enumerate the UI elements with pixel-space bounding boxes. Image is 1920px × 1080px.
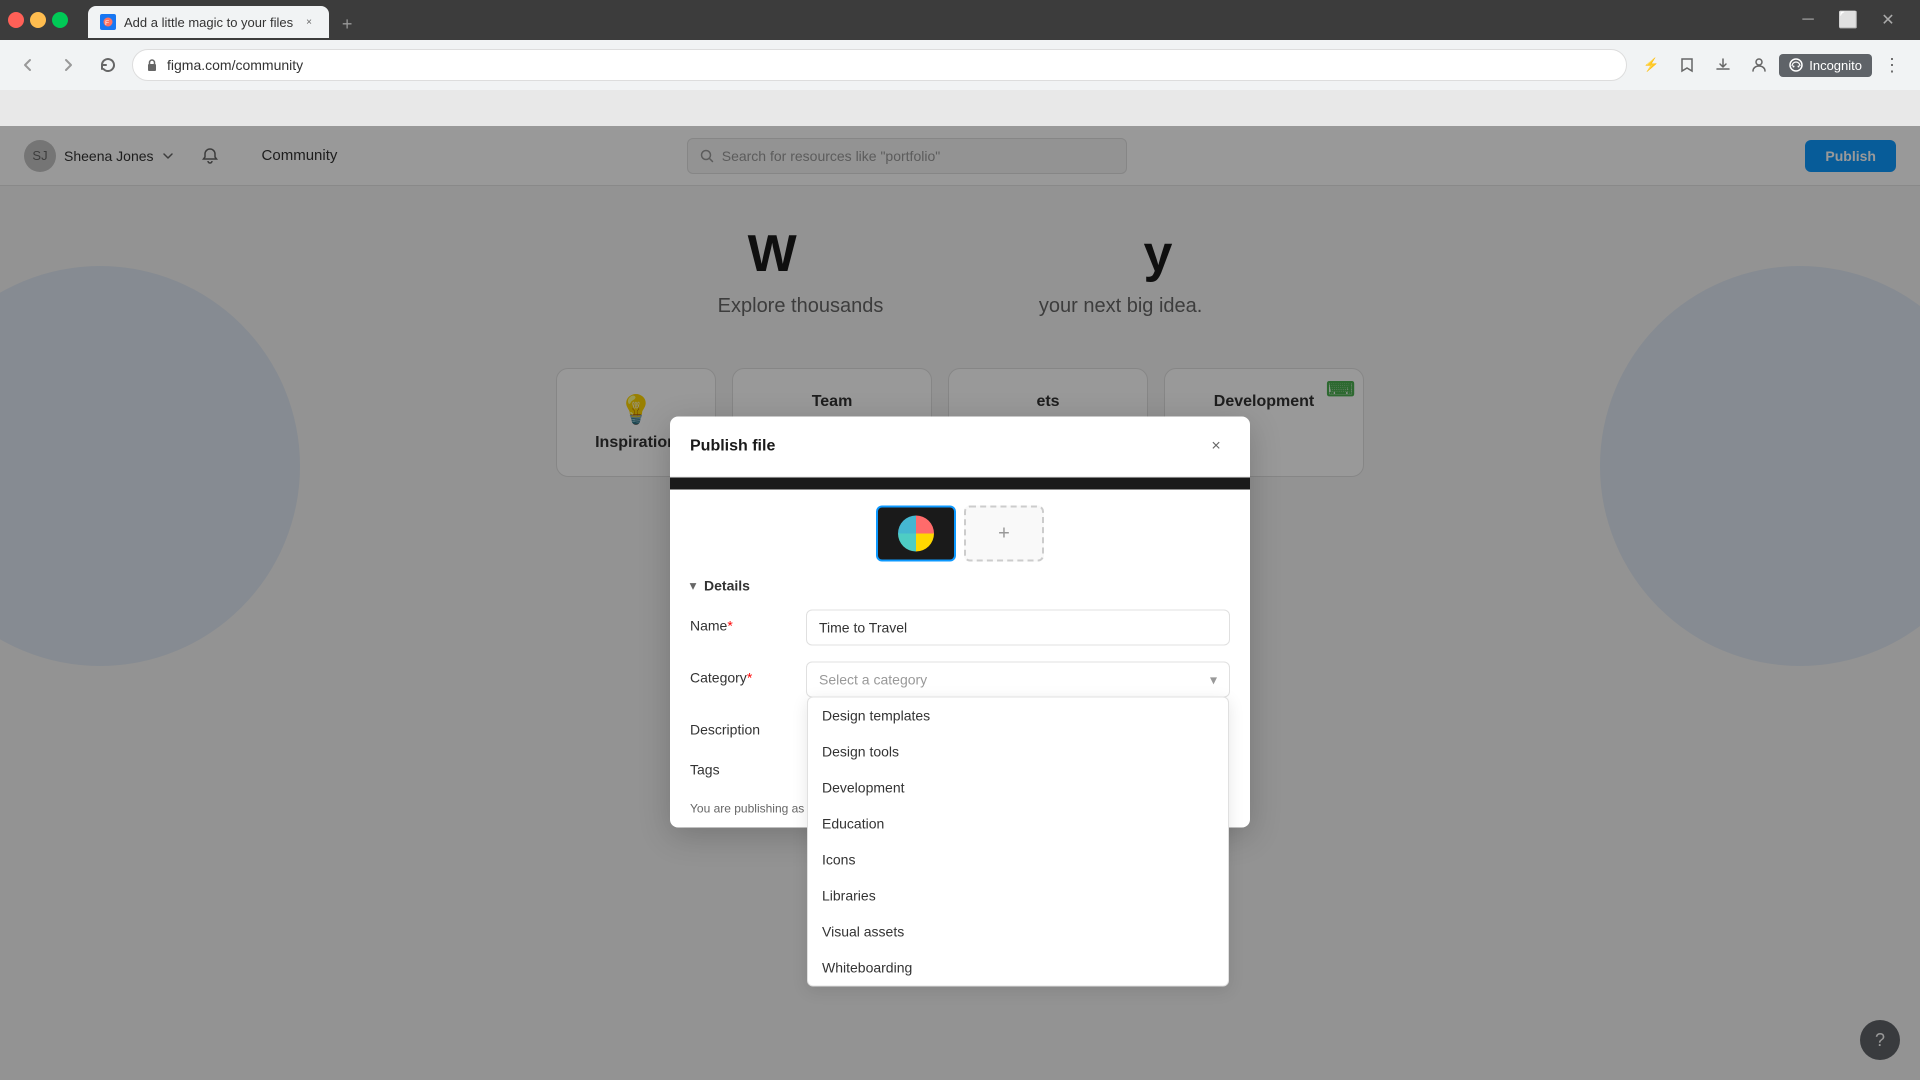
publish-file-modal: Publish file × + bbox=[670, 417, 1250, 828]
name-label: Name* bbox=[690, 610, 790, 634]
thumbnail-svg bbox=[904, 522, 928, 546]
details-section: ▾ Details Name* Category* Select a categ… bbox=[670, 578, 1250, 778]
address-bar[interactable]: figma.com/community bbox=[132, 49, 1627, 81]
reload-button[interactable] bbox=[92, 49, 124, 81]
window-controls: × − + bbox=[8, 12, 68, 28]
category-label: Category* bbox=[690, 662, 790, 686]
forward-button[interactable] bbox=[52, 49, 84, 81]
window-restore-right[interactable]: ⬜ bbox=[1832, 4, 1864, 36]
category-select[interactable]: Select a category ▾ Design templates Des… bbox=[806, 662, 1230, 698]
nav-actions: ⚡ Incognito ⋮ bbox=[1635, 49, 1908, 81]
dropdown-item-icons[interactable]: Icons bbox=[808, 842, 1228, 878]
title-bar: × − + F Add a little magic to your files… bbox=[0, 0, 1920, 40]
details-label: Details bbox=[704, 578, 750, 594]
add-thumbnail-icon: + bbox=[998, 522, 1010, 545]
dropdown-item-development[interactable]: Development bbox=[808, 770, 1228, 806]
lock-icon bbox=[145, 58, 159, 72]
tab-title: Add a little magic to your files bbox=[124, 15, 293, 30]
window-maximize-button[interactable]: + bbox=[52, 12, 68, 28]
dropdown-item-libraries[interactable]: Libraries bbox=[808, 878, 1228, 914]
name-field-row: Name* bbox=[690, 610, 1230, 646]
details-toggle[interactable]: ▾ Details bbox=[690, 578, 1230, 594]
modal-header: Publish file × bbox=[670, 417, 1250, 478]
details-chevron-icon: ▾ bbox=[690, 579, 696, 593]
modal-title: Publish file bbox=[690, 438, 775, 456]
dropdown-item-whiteboarding[interactable]: Whiteboarding bbox=[808, 950, 1228, 986]
tags-label: Tags bbox=[690, 754, 790, 778]
thumbnail-selected[interactable] bbox=[876, 506, 956, 562]
bookmark-button[interactable] bbox=[1671, 49, 1703, 81]
nav-bar: figma.com/community ⚡ Incognito ⋮ bbox=[0, 40, 1920, 90]
incognito-icon bbox=[1789, 58, 1803, 72]
browser-tab-active[interactable]: F Add a little magic to your files × bbox=[88, 6, 329, 38]
category-field-row: Category* Select a category ▾ Design tem… bbox=[690, 662, 1230, 698]
profile-button[interactable] bbox=[1743, 49, 1775, 81]
name-required: * bbox=[727, 618, 732, 634]
thumbnail-icon bbox=[898, 516, 934, 552]
category-chevron-icon: ▾ bbox=[1210, 671, 1217, 688]
name-input[interactable] bbox=[806, 610, 1230, 646]
page-background: SJ Sheena Jones Community Search for res… bbox=[0, 126, 1920, 1080]
window-minimize-button[interactable]: − bbox=[30, 12, 46, 28]
thumbnails-area: + bbox=[670, 490, 1250, 578]
category-dropdown: Design templates Design tools Developmen… bbox=[807, 697, 1229, 987]
back-button[interactable] bbox=[12, 49, 44, 81]
tab-favicon: F bbox=[100, 14, 116, 30]
dropdown-item-education[interactable]: Education bbox=[808, 806, 1228, 842]
incognito-badge[interactable]: Incognito bbox=[1779, 54, 1872, 77]
disable-javascript-button[interactable]: ⚡ bbox=[1635, 49, 1667, 81]
browser-chrome: × − + F Add a little magic to your files… bbox=[0, 0, 1920, 90]
category-placeholder: Select a category bbox=[819, 672, 927, 688]
modal-close-button[interactable]: × bbox=[1202, 433, 1230, 461]
window-close-button[interactable]: × bbox=[8, 12, 24, 28]
category-required: * bbox=[747, 670, 752, 686]
new-tab-button[interactable]: + bbox=[333, 10, 361, 38]
url-text: figma.com/community bbox=[167, 57, 303, 73]
dropdown-item-design-tools[interactable]: Design tools bbox=[808, 734, 1228, 770]
window-minimize-right[interactable]: ─ bbox=[1792, 4, 1824, 36]
dropdown-item-visual-assets[interactable]: Visual assets bbox=[808, 914, 1228, 950]
description-label: Description bbox=[690, 714, 790, 738]
dropdown-item-design-templates[interactable]: Design templates bbox=[808, 698, 1228, 734]
incognito-label: Incognito bbox=[1809, 58, 1862, 73]
window-close-right[interactable]: ✕ bbox=[1872, 4, 1904, 36]
download-button[interactable] bbox=[1707, 49, 1739, 81]
more-options-button[interactable]: ⋮ bbox=[1876, 49, 1908, 81]
tab-bar: F Add a little magic to your files × + bbox=[80, 2, 1788, 38]
add-thumbnail-button[interactable]: + bbox=[964, 506, 1044, 562]
modal-progress-bar bbox=[670, 478, 1250, 490]
tab-close-button[interactable]: × bbox=[301, 14, 317, 30]
svg-text:F: F bbox=[105, 20, 109, 27]
